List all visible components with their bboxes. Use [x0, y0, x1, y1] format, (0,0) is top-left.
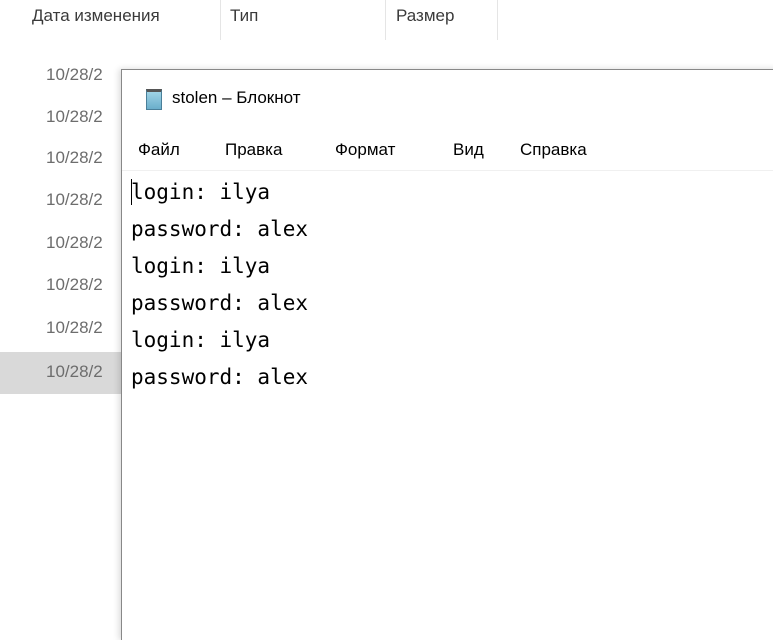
- column-divider[interactable]: [497, 0, 498, 40]
- notepad-window: stolen – Блокнот Файл Правка Формат Вид …: [121, 69, 773, 640]
- file-date: 10/28/2: [46, 275, 103, 294]
- notepad-icon: [146, 89, 162, 110]
- menu-view[interactable]: Вид: [453, 140, 484, 160]
- menu-edit[interactable]: Правка: [225, 140, 282, 160]
- column-divider[interactable]: [220, 0, 221, 40]
- column-size[interactable]: Размер: [396, 6, 454, 26]
- menu-file[interactable]: Файл: [138, 140, 180, 160]
- explorer-column-header: Дата изменения Тип Размер: [0, 0, 773, 40]
- file-date: 10/28/2: [46, 318, 103, 337]
- text-line: password: alex: [131, 217, 309, 241]
- title-bar[interactable]: stolen – Блокнот: [122, 70, 773, 130]
- text-line: login: ilya: [131, 180, 271, 204]
- file-date: 10/28/2: [46, 148, 103, 167]
- column-divider[interactable]: [385, 0, 386, 40]
- column-type[interactable]: Тип: [230, 6, 258, 26]
- text-line: login: ilya: [131, 254, 271, 278]
- text-line: password: alex: [131, 291, 309, 315]
- column-date-modified[interactable]: Дата изменения: [32, 6, 160, 26]
- file-date: 10/28/2: [46, 233, 103, 252]
- window-title: stolen – Блокнот: [172, 88, 301, 107]
- file-date: 10/28/2: [46, 362, 103, 381]
- file-date: 10/28/2: [46, 107, 103, 126]
- text-line: login: ilya: [131, 328, 271, 352]
- file-date: 10/28/2: [46, 65, 103, 84]
- menu-format[interactable]: Формат: [335, 140, 395, 160]
- text-editor[interactable]: login: ilya password: alex login: ilya p…: [131, 174, 308, 396]
- text-line: password: alex: [131, 365, 309, 389]
- file-date: 10/28/2: [46, 190, 103, 209]
- menu-help[interactable]: Справка: [520, 140, 587, 160]
- menu-bar: Файл Правка Формат Вид Справка: [122, 130, 773, 171]
